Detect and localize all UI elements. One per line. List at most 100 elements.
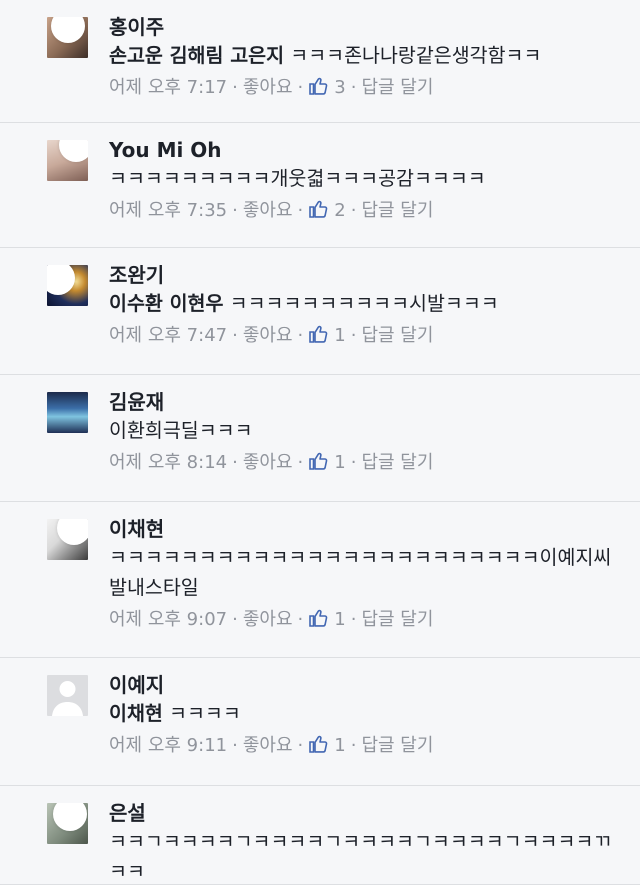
comment-text: ㅋㅋㄱㅋㅋㅋㅋㄱㅋㅋㅋㅋㄱㅋㅋㅋㅋㄱㅋㅋㅋㅋㄱㅋㅋㅋㅋㄲㅋㅋ	[109, 827, 620, 885]
separator-dot: ·	[232, 200, 238, 221]
comment-timestamp[interactable]: 어제 오후 7:47	[109, 325, 227, 346]
like-link[interactable]: 좋아요	[243, 452, 293, 473]
separator-dot: ·	[297, 325, 304, 346]
reply-link[interactable]: 답글 달기	[361, 325, 433, 346]
separator-dot: ·	[297, 735, 304, 756]
comment-message: ㅋㅋㅋㅋㅋㅋㅋㅋㅋㅋ시발ㅋㅋㅋ	[229, 292, 499, 315]
reply-link[interactable]: 답글 달기	[361, 77, 433, 98]
comment-author[interactable]: 김윤재	[109, 388, 620, 416]
comment-body: 이예지 이채현 ㅋㅋㅋㅋ 어제 오후 9:11 · 좋아요 · 1 · 답글 달기	[109, 671, 620, 761]
comment-item: 홍이주 손고운 김해림 고은지 ㅋㅋㅋ존나나랑같은생각함ㅋㅋ 어제 오후 7:17 ·…	[0, 0, 640, 123]
thumbs-up-icon	[308, 324, 328, 344]
like-count[interactable]: 1	[334, 452, 345, 473]
comment-body: 은설 ㅋㅋㄱㅋㅋㅋㅋㄱㅋㅋㅋㅋㄱㅋㅋㅋㅋㄱㅋㅋㅋㅋㄱㅋㅋㅋㅋㄲㅋㅋ	[109, 799, 620, 885]
comment-timestamp[interactable]: 어제 오후 9:07	[109, 609, 227, 630]
comment-meta: 어제 오후 9:07 · 좋아요 · 1 · 답글 달기	[109, 605, 620, 635]
comment-timestamp[interactable]: 어제 오후 7:17	[109, 77, 227, 98]
comment-item: 이예지 이채현 ㅋㅋㅋㅋ 어제 오후 9:11 · 좋아요 · 1 · 답글 달기	[0, 658, 640, 786]
separator-dot: ·	[297, 200, 304, 221]
comment-message: ㅋㅋㄱㅋㅋㅋㅋㄱㅋㅋㅋㅋㄱㅋㅋㅋㅋㄱㅋㅋㅋㅋㄱㅋㅋㅋㅋㄲㅋㅋ	[109, 830, 612, 883]
thumbs-up-icon	[308, 734, 328, 754]
comment-item: 은설 ㅋㅋㄱㅋㅋㅋㅋㄱㅋㅋㅋㅋㄱㅋㅋㅋㅋㄱㅋㅋㅋㅋㄱㅋㅋㅋㅋㄲㅋㅋ	[0, 786, 640, 885]
default-avatar-icon[interactable]	[47, 675, 88, 716]
comment-author[interactable]: You Mi Oh	[109, 136, 620, 164]
separator-dot: ·	[232, 77, 238, 98]
like-count[interactable]: 1	[334, 735, 345, 756]
comment-meta: 어제 오후 9:11 · 좋아요 · 1 · 답글 달기	[109, 731, 620, 761]
mention-tags[interactable]: 이수환 이현우	[109, 292, 223, 315]
comment-text: 이채현 ㅋㅋㅋㅋ	[109, 699, 620, 729]
separator-dot: ·	[350, 735, 357, 756]
like-link[interactable]: 좋아요	[243, 77, 293, 98]
comment-timestamp[interactable]: 어제 오후 9:11	[109, 735, 227, 756]
thumbs-up-icon	[308, 76, 328, 96]
thumbs-up-icon	[308, 608, 328, 628]
like-count[interactable]: 1	[334, 325, 345, 346]
separator-dot: ·	[232, 609, 238, 630]
like-count[interactable]: 3	[334, 77, 345, 98]
comment-timestamp[interactable]: 어제 오후 7:35	[109, 200, 227, 221]
thumbs-up-icon	[308, 451, 328, 471]
comment-meta: 어제 오후 7:47 · 좋아요 · 1 · 답글 달기	[109, 321, 620, 351]
reply-link[interactable]: 답글 달기	[361, 452, 433, 473]
separator-dot: ·	[232, 735, 238, 756]
comment-message: 이환희극딜ㅋㅋㅋ	[109, 419, 253, 442]
mention-tags[interactable]: 손고운 김해림 고은지	[109, 44, 284, 67]
avatar-photo-icon[interactable]	[47, 519, 88, 560]
separator-dot: ·	[350, 77, 357, 98]
separator-dot: ·	[350, 452, 357, 473]
comment-author[interactable]: 이예지	[109, 671, 620, 699]
like-count[interactable]: 2	[334, 200, 345, 221]
avatar-photo-icon[interactable]	[47, 265, 88, 306]
comment-item: You Mi Oh ㅋㅋㅋㅋㅋㅋㅋㅋㅋ개웃겳ㅋㅋㅋ공감ㅋㅋㅋㅋ 어제 오후 7:35…	[0, 123, 640, 248]
comment-meta: 어제 오후 8:14 · 좋아요 · 1 · 답글 달기	[109, 448, 620, 478]
comment-text: 손고운 김해림 고은지 ㅋㅋㅋ존나나랑같은생각함ㅋㅋ	[109, 41, 620, 71]
comment-text: ㅋㅋㅋㅋㅋㅋㅋㅋㅋ개웃겳ㅋㅋㅋ공감ㅋㅋㅋㅋ	[109, 164, 620, 194]
comment-body: 김윤재 이환희극딜ㅋㅋㅋ 어제 오후 8:14 · 좋아요 · 1 · 답글 달기	[109, 388, 620, 478]
comment-item: 이채현 ㅋㅋㅋㅋㅋㅋㅋㅋㅋㅋㅋㅋㅋㅋㅋㅋㅋㅋㅋㅋㅋㅋㅋㅋ이예지씨발내스타일어제 오…	[0, 502, 640, 658]
comment-message: ㅋㅋㅋㅋ	[169, 702, 241, 725]
comment-message: ㅋㅋㅋㅋㅋㅋㅋㅋㅋㅋㅋㅋㅋㅋㅋㅋㅋㅋㅋㅋㅋㅋㅋㅋ이예지씨발내스타일	[109, 546, 612, 599]
separator-dot: ·	[232, 452, 238, 473]
separator-dot: ·	[297, 77, 304, 98]
separator-dot: ·	[350, 609, 357, 630]
separator-dot: ·	[297, 452, 304, 473]
avatar-photo-icon[interactable]	[47, 17, 88, 58]
reply-link[interactable]: 답글 달기	[361, 609, 433, 630]
comment-author[interactable]: 은설	[109, 799, 620, 827]
like-link[interactable]: 좋아요	[243, 735, 293, 756]
reply-link[interactable]: 답글 달기	[361, 735, 433, 756]
comment-text: 이수환 이현우 ㅋㅋㅋㅋㅋㅋㅋㅋㅋㅋ시발ㅋㅋㅋ	[109, 289, 620, 319]
comment-body: 홍이주 손고운 김해림 고은지 ㅋㅋㅋ존나나랑같은생각함ㅋㅋ 어제 오후 7:17 ·…	[109, 13, 620, 103]
comment-message: ㅋㅋㅋㅋㅋㅋㅋㅋㅋ개웃겳ㅋㅋㅋ공감ㅋㅋㅋㅋ	[109, 167, 486, 190]
comment-author[interactable]: 조완기	[109, 261, 620, 289]
separator-dot: ·	[350, 325, 357, 346]
like-link[interactable]: 좋아요	[243, 325, 293, 346]
comment-item: 조완기 이수환 이현우 ㅋㅋㅋㅋㅋㅋㅋㅋㅋㅋ시발ㅋㅋㅋ 어제 오후 7:47 · 좋아요…	[0, 248, 640, 375]
like-link[interactable]: 좋아요	[243, 200, 293, 221]
comment-item: 김윤재 이환희극딜ㅋㅋㅋ 어제 오후 8:14 · 좋아요 · 1 · 답글 달기	[0, 375, 640, 502]
comment-body: 이채현 ㅋㅋㅋㅋㅋㅋㅋㅋㅋㅋㅋㅋㅋㅋㅋㅋㅋㅋㅋㅋㅋㅋㅋㅋ이예지씨발내스타일어제 오…	[109, 515, 620, 635]
separator-dot: ·	[232, 325, 238, 346]
comment-meta: 어제 오후 7:17 · 좋아요 · 3 · 답글 달기	[109, 73, 620, 103]
comment-text: ㅋㅋㅋㅋㅋㅋㅋㅋㅋㅋㅋㅋㅋㅋㅋㅋㅋㅋㅋㅋㅋㅋㅋㅋ이예지씨발내스타일	[109, 543, 620, 603]
thumbs-up-icon	[308, 199, 328, 219]
comment-author[interactable]: 이채현	[109, 515, 620, 543]
avatar-photo-icon[interactable]	[47, 392, 88, 433]
avatar-photo-icon[interactable]	[47, 803, 88, 844]
comment-text: 이환희극딜ㅋㅋㅋ	[109, 416, 620, 446]
like-link[interactable]: 좋아요	[243, 609, 293, 630]
comment-body: You Mi Oh ㅋㅋㅋㅋㅋㅋㅋㅋㅋ개웃겳ㅋㅋㅋ공감ㅋㅋㅋㅋ 어제 오후 7:35…	[109, 136, 620, 226]
separator-dot: ·	[350, 200, 357, 221]
like-count[interactable]: 1	[334, 609, 345, 630]
comment-list: 홍이주 손고운 김해림 고은지 ㅋㅋㅋ존나나랑같은생각함ㅋㅋ 어제 오후 7:17 ·…	[0, 0, 640, 885]
comment-message: ㅋㅋㅋ존나나랑같은생각함ㅋㅋ	[290, 44, 542, 67]
separator-dot: ·	[297, 609, 304, 630]
reply-link[interactable]: 답글 달기	[361, 200, 433, 221]
comment-meta: 어제 오후 7:35 · 좋아요 · 2 · 답글 달기	[109, 196, 620, 226]
avatar-photo-icon[interactable]	[47, 140, 88, 181]
comment-body: 조완기 이수환 이현우 ㅋㅋㅋㅋㅋㅋㅋㅋㅋㅋ시발ㅋㅋㅋ 어제 오후 7:47 · 좋아요…	[109, 261, 620, 351]
comment-author[interactable]: 홍이주	[109, 13, 620, 41]
comment-timestamp[interactable]: 어제 오후 8:14	[109, 452, 227, 473]
mention-tags[interactable]: 이채현	[109, 702, 163, 725]
